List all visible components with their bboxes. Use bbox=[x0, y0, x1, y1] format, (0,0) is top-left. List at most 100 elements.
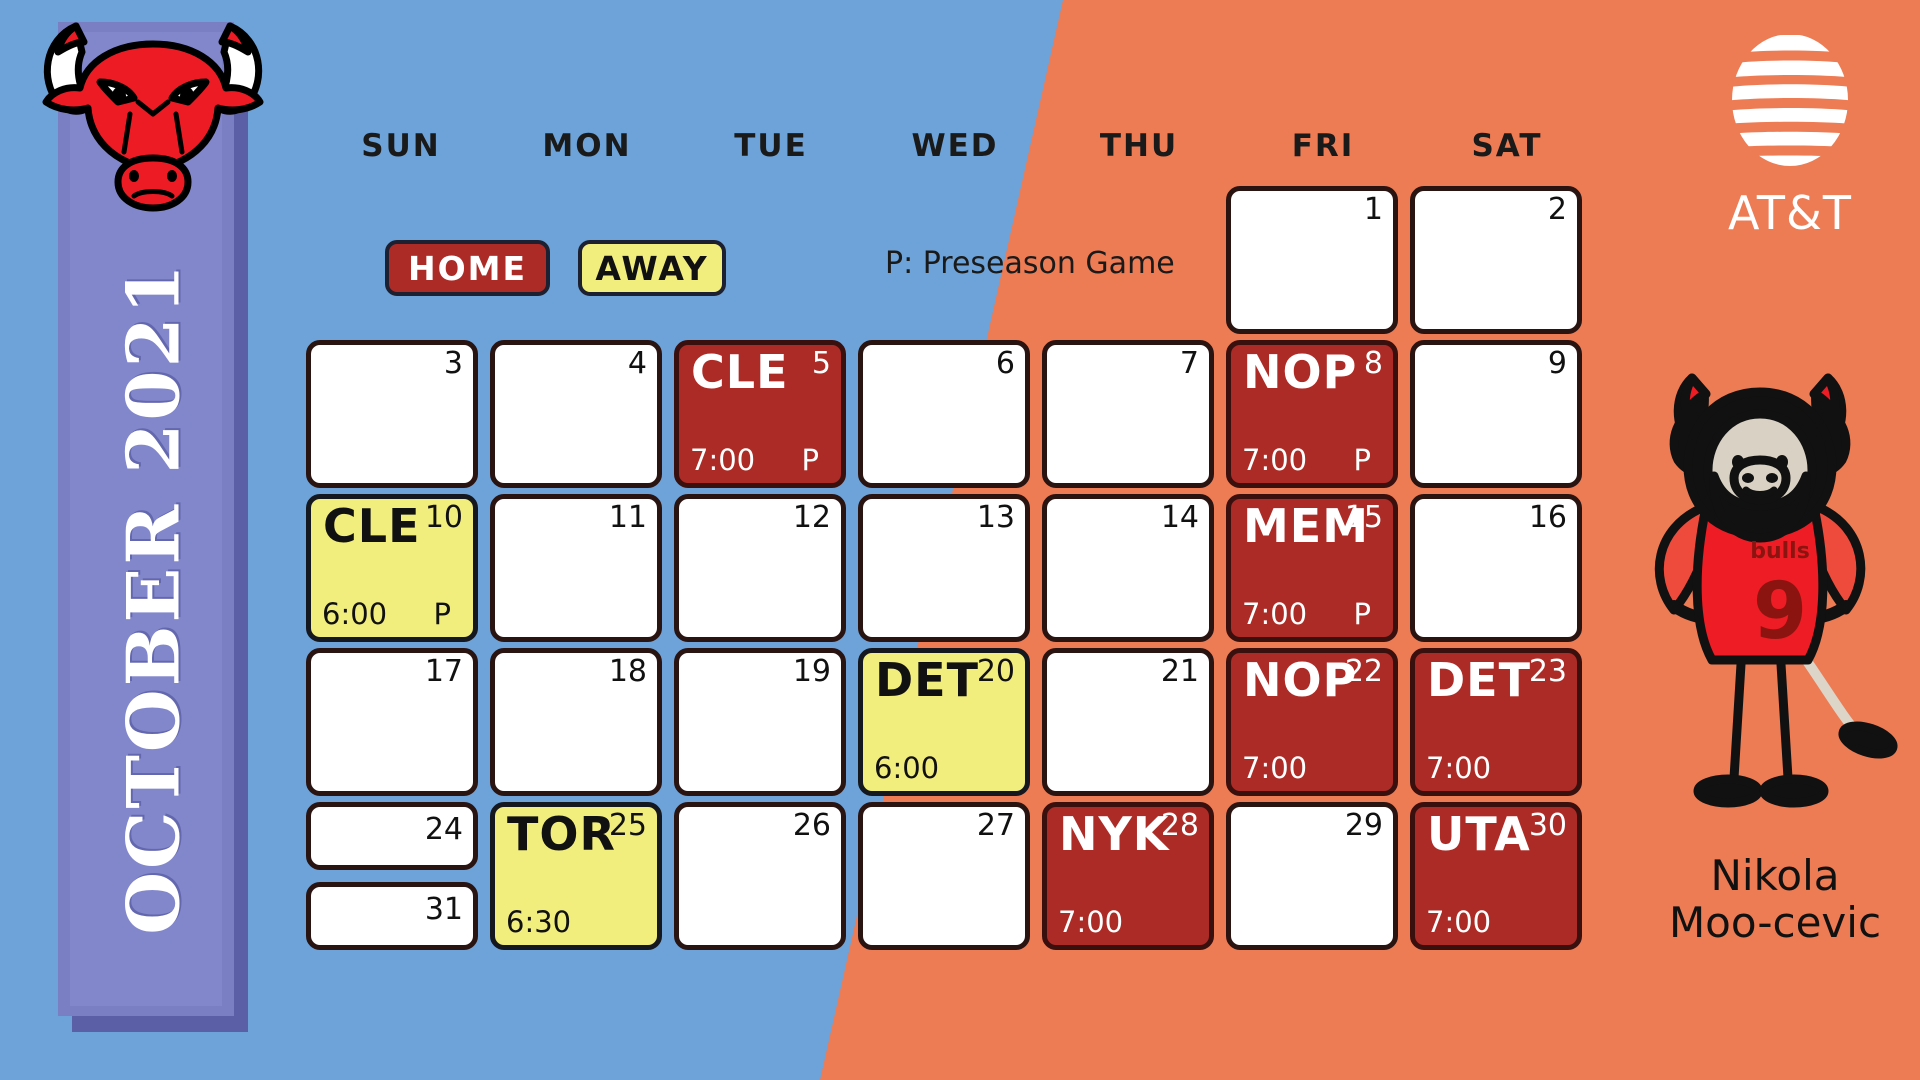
calendar-day-cell[interactable]: 28 NYK 7:00 bbox=[1042, 802, 1214, 950]
day-number: 14 bbox=[1160, 500, 1199, 535]
game-time: 7:00 bbox=[1426, 751, 1492, 785]
calendar-day-cell[interactable]: 16 bbox=[1410, 494, 1582, 642]
game-time: 6:00 bbox=[874, 751, 940, 785]
day-number: 1 bbox=[1363, 192, 1383, 227]
calendar-day-cell[interactable]: 27 bbox=[858, 802, 1030, 950]
day-number: 3 bbox=[443, 346, 463, 381]
calendar-day-cell[interactable]: 11 bbox=[490, 494, 662, 642]
day-number: 20 bbox=[976, 654, 1015, 689]
calendar-day-cell[interactable]: 10 CLE 6:00 P bbox=[306, 494, 478, 642]
day-number: 24 bbox=[424, 812, 463, 847]
calendar-day-cell[interactable]: 29 bbox=[1226, 802, 1398, 950]
day-number: 29 bbox=[1344, 808, 1383, 843]
calendar-day-cell[interactable]: 13 bbox=[858, 494, 1030, 642]
day-number: 13 bbox=[976, 500, 1015, 535]
game-time: 7:00 bbox=[1242, 443, 1308, 477]
day-number: 6 bbox=[995, 346, 1015, 381]
calendar-day-cell[interactable]: 12 bbox=[674, 494, 846, 642]
mascot-illustration: bulls 9 bbox=[1654, 373, 1898, 808]
game-time: 7:00 bbox=[690, 443, 756, 477]
calendar-day-cell[interactable]: 17 bbox=[306, 648, 478, 796]
opponent-abbr: CLE bbox=[323, 499, 421, 553]
game-time: 7:00 bbox=[1058, 905, 1124, 939]
opponent-abbr: MEM bbox=[1243, 499, 1369, 553]
calendar-day-cell[interactable]: 3 bbox=[306, 340, 478, 488]
weekday-header-sun: SUN bbox=[361, 128, 441, 164]
bulls-head-icon bbox=[42, 22, 264, 212]
calendar-day-cell[interactable]: 2 bbox=[1410, 186, 1582, 334]
opponent-abbr: CLE bbox=[691, 345, 789, 399]
calendar-day-cell[interactable]: 18 bbox=[490, 648, 662, 796]
calendar-day-cell[interactable]: 15 MEM 7:00 P bbox=[1226, 494, 1398, 642]
calendar-day-cell[interactable]: 30 UTA 7:00 bbox=[1410, 802, 1582, 950]
att-logo: AT&T bbox=[1690, 28, 1890, 240]
calendar-day-cell[interactable]: 14 bbox=[1042, 494, 1214, 642]
jersey-number-text: 9 bbox=[1753, 567, 1807, 657]
game-time: 7:00 bbox=[1242, 597, 1308, 631]
calendar-day-cell[interactable]: 4 bbox=[490, 340, 662, 488]
opponent-abbr: DET bbox=[1427, 653, 1531, 707]
calendar-day-cell[interactable]: 26 bbox=[674, 802, 846, 950]
day-number: 8 bbox=[1363, 346, 1383, 381]
game-time: 6:00 bbox=[322, 597, 388, 631]
day-number: 9 bbox=[1547, 346, 1567, 381]
calendar-day-cell[interactable]: 24 bbox=[306, 802, 478, 870]
calendar-day-cell[interactable]: 20 DET 6:00 bbox=[858, 648, 1030, 796]
mascot-name-line1: Nikola bbox=[1710, 851, 1840, 900]
calendar-day-cell[interactable]: 7 bbox=[1042, 340, 1214, 488]
day-number: 21 bbox=[1160, 654, 1199, 689]
day-number: 17 bbox=[424, 654, 463, 689]
day-number: 27 bbox=[976, 808, 1015, 843]
opponent-abbr: NOP bbox=[1243, 653, 1358, 707]
day-number: 23 bbox=[1528, 654, 1567, 689]
opponent-abbr: DET bbox=[875, 653, 979, 707]
calendar-day-cell[interactable]: 19 bbox=[674, 648, 846, 796]
calendar-day-cell[interactable]: 25 TOR 6:30 bbox=[490, 802, 662, 950]
day-number: 16 bbox=[1528, 500, 1567, 535]
mascot-name-line2: Moo-cevic bbox=[1668, 898, 1882, 948]
preseason-flag: P bbox=[801, 443, 820, 477]
att-wordmark: AT&T bbox=[1728, 186, 1852, 240]
calendar-day-cell[interactable]: 9 bbox=[1410, 340, 1582, 488]
day-number: 19 bbox=[792, 654, 831, 689]
day-number: 7 bbox=[1179, 346, 1199, 381]
day-number: 10 bbox=[424, 500, 463, 535]
preseason-flag: P bbox=[1353, 597, 1372, 631]
calendar-day-cell[interactable]: 23 DET 7:00 bbox=[1410, 648, 1582, 796]
opponent-abbr: UTA bbox=[1427, 807, 1531, 861]
calendar-day-cell[interactable]: 22 NOP 7:00 bbox=[1226, 648, 1398, 796]
day-number: 18 bbox=[608, 654, 647, 689]
calendar-day-cell[interactable]: 31 bbox=[306, 882, 478, 950]
calendar-poster: OCTOBER 2021 SUN MON TUE WED THU FRI SAT bbox=[0, 0, 1920, 1080]
weekday-header-wed: WED bbox=[911, 128, 999, 164]
jersey-team-text: bulls bbox=[1750, 539, 1810, 564]
game-time: 6:30 bbox=[506, 905, 572, 939]
mascot-name-caption: Nikola Moo-cevic bbox=[1620, 852, 1920, 946]
weekday-header-sat: SAT bbox=[1471, 128, 1543, 164]
day-number: 30 bbox=[1528, 808, 1567, 843]
preseason-flag: P bbox=[1353, 443, 1372, 477]
day-number: 26 bbox=[792, 808, 831, 843]
weekday-header-tue: TUE bbox=[734, 128, 808, 164]
opponent-abbr: NOP bbox=[1243, 345, 1358, 399]
att-globe-icon bbox=[1732, 35, 1848, 166]
calendar-day-cell[interactable]: 6 bbox=[858, 340, 1030, 488]
calendar-day-cell[interactable]: 8 NOP 7:00 P bbox=[1226, 340, 1398, 488]
calendar-day-cell[interactable]: 5 CLE 7:00 P bbox=[674, 340, 846, 488]
day-number: 31 bbox=[424, 892, 463, 927]
weekday-header-mon: MON bbox=[542, 128, 632, 164]
calendar-grid: 1 2 3 4 5 CLE 7:00 P 6 7 8 NOP 7:00 P 9 10 CLE 6:00 P 11 12 1… bbox=[306, 186, 1595, 956]
game-time: 7:00 bbox=[1242, 751, 1308, 785]
month-year-label: OCTOBER 2021 bbox=[110, 261, 196, 935]
weekday-header-fri: FRI bbox=[1291, 128, 1355, 164]
weekday-header-thu: THU bbox=[1099, 128, 1179, 164]
day-number: 4 bbox=[627, 346, 647, 381]
preseason-flag: P bbox=[433, 597, 452, 631]
calendar-day-cell[interactable]: 1 bbox=[1226, 186, 1398, 334]
day-number: 11 bbox=[608, 500, 647, 535]
opponent-abbr: NYK bbox=[1059, 807, 1170, 861]
day-number: 5 bbox=[811, 346, 831, 381]
day-number: 12 bbox=[792, 500, 831, 535]
day-number: 2 bbox=[1547, 192, 1567, 227]
calendar-day-cell[interactable]: 21 bbox=[1042, 648, 1214, 796]
